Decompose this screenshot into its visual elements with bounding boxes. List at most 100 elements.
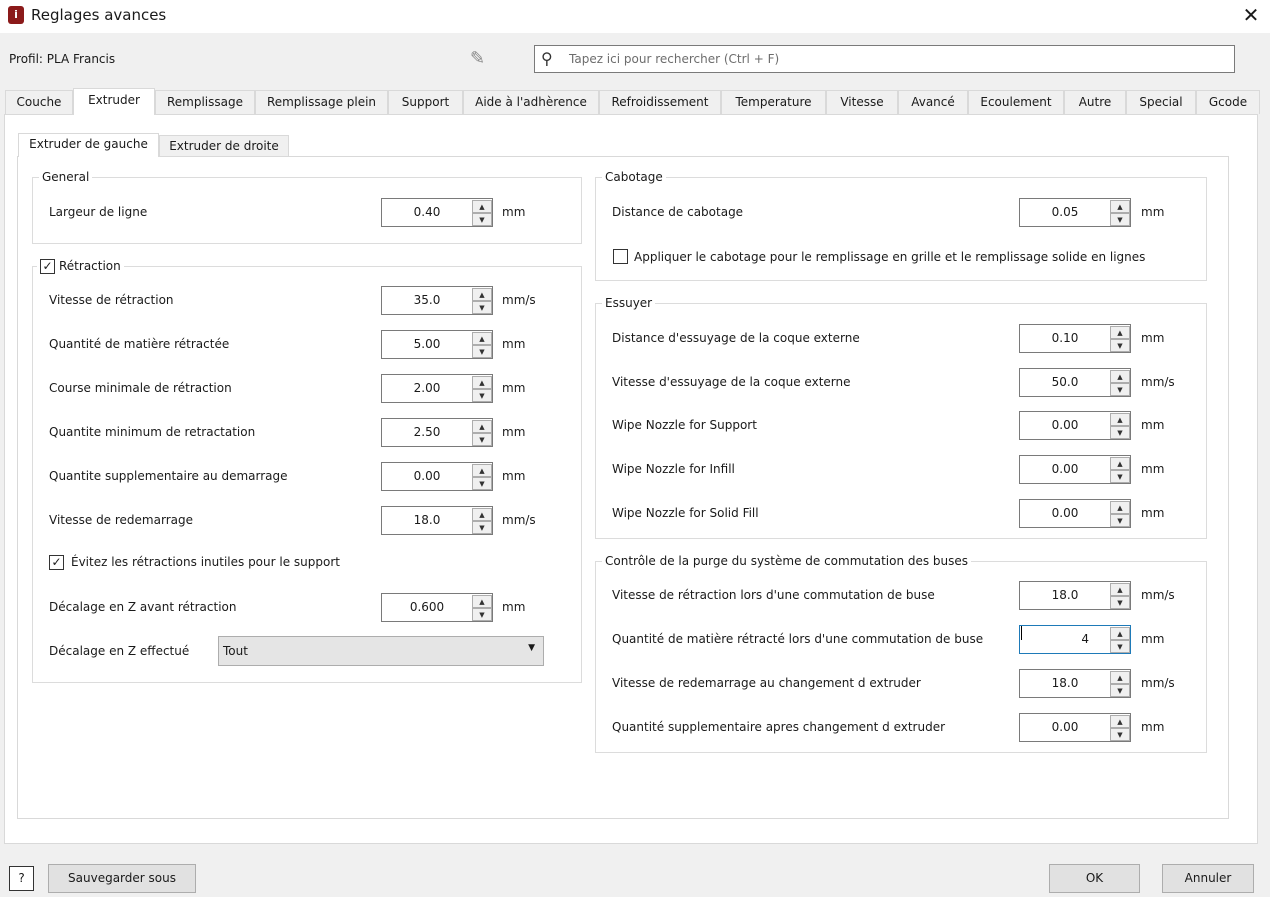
wipe-field-3-spinbox[interactable]: 0.00 ▲ ▼: [1019, 455, 1131, 484]
spin-down-icon[interactable]: ▼: [1110, 514, 1130, 527]
retraction-field-2-spinbox[interactable]: 2.00 ▲ ▼: [381, 374, 493, 403]
spin-down-icon[interactable]: ▼: [472, 433, 492, 446]
tab-9[interactable]: Avancé: [898, 90, 968, 114]
purge-field-2-spinbox[interactable]: 18.0 ▲ ▼: [1019, 669, 1131, 698]
retraction-field-5-value[interactable]: 18.0: [382, 513, 472, 527]
retraction-field-4-value[interactable]: 0.00: [382, 469, 472, 483]
line-width-spinbox[interactable]: 0.40 ▲ ▼: [381, 198, 493, 227]
subtab-1[interactable]: Extruder de droite: [159, 135, 289, 157]
coasting-distance-value[interactable]: 0.05: [1020, 205, 1110, 219]
z-offset-spinbox[interactable]: 0.600 ▲ ▼: [381, 593, 493, 622]
spin-up-icon[interactable]: ▲: [472, 420, 492, 433]
spin-down-icon[interactable]: ▼: [1110, 684, 1130, 697]
cancel-button[interactable]: Annuler: [1162, 864, 1254, 893]
spin-down-icon[interactable]: ▼: [1110, 728, 1130, 741]
spin-up-icon[interactable]: ▲: [1110, 583, 1130, 596]
wipe-field-0-value[interactable]: 0.10: [1020, 331, 1110, 345]
tab-2[interactable]: Remplissage: [155, 90, 255, 114]
spin-up-icon[interactable]: ▲: [472, 332, 492, 345]
coasting-distance-spinbox[interactable]: 0.05 ▲ ▼: [1019, 198, 1131, 227]
spin-up-icon[interactable]: ▲: [1110, 370, 1130, 383]
tab-4[interactable]: Support: [388, 90, 463, 114]
spin-up-icon[interactable]: ▲: [1110, 457, 1130, 470]
help-button[interactable]: ?: [9, 866, 34, 891]
retraction-field-3-value[interactable]: 2.50: [382, 425, 472, 439]
spin-up-icon[interactable]: ▲: [472, 464, 492, 477]
subtab-0[interactable]: Extruder de gauche: [18, 133, 159, 157]
tab-10[interactable]: Ecoulement: [968, 90, 1064, 114]
purge-field-1-value[interactable]: 4: [1020, 632, 1089, 646]
spin-down-icon[interactable]: ▼: [472, 213, 492, 226]
retraction-field-1-spinbox[interactable]: 5.00 ▲ ▼: [381, 330, 493, 359]
coasting-checkbox[interactable]: [613, 249, 628, 264]
z-offset-value[interactable]: 0.600: [382, 600, 472, 614]
spin-down-icon[interactable]: ▼: [1110, 640, 1130, 653]
retraction-field-3-spinbox[interactable]: 2.50 ▲ ▼: [381, 418, 493, 447]
wipe-field-2-spinbox[interactable]: 0.00 ▲ ▼: [1019, 411, 1131, 440]
wipe-field-4-spinbox[interactable]: 0.00 ▲ ▼: [1019, 499, 1131, 528]
spin-up-icon[interactable]: ▲: [472, 376, 492, 389]
wipe-field-0-spinbox[interactable]: 0.10 ▲ ▼: [1019, 324, 1131, 353]
save-as-button[interactable]: Sauvegarder sous: [48, 864, 196, 893]
purge-field-3-spinbox[interactable]: 0.00 ▲ ▼: [1019, 713, 1131, 742]
retraction-field-4-spinbox[interactable]: 0.00 ▲ ▼: [381, 462, 493, 491]
close-icon[interactable]: ✕: [1238, 2, 1264, 28]
search-input[interactable]: ⚲ Tapez ici pour rechercher (Ctrl + F): [534, 45, 1235, 73]
wipe-field-2-value[interactable]: 0.00: [1020, 418, 1110, 432]
spin-down-icon[interactable]: ▼: [472, 301, 492, 314]
spin-down-icon[interactable]: ▼: [472, 345, 492, 358]
spin-up-icon[interactable]: ▲: [1110, 200, 1130, 213]
tab-13[interactable]: Gcode: [1196, 90, 1260, 114]
wipe-field-1-value[interactable]: 50.0: [1020, 375, 1110, 389]
wipe-field-3-value[interactable]: 0.00: [1020, 462, 1110, 476]
spin-up-icon[interactable]: ▲: [1110, 326, 1130, 339]
spin-down-icon[interactable]: ▼: [1110, 470, 1130, 483]
spin-down-icon[interactable]: ▼: [1110, 383, 1130, 396]
edit-pencil-icon[interactable]: ✎: [470, 48, 485, 69]
spin-up-icon[interactable]: ▲: [472, 508, 492, 521]
spin-down-icon[interactable]: ▼: [1110, 339, 1130, 352]
spin-up-icon[interactable]: ▲: [472, 288, 492, 301]
spin-up-icon[interactable]: ▲: [1110, 715, 1130, 728]
tab-1[interactable]: Extruder: [73, 88, 155, 115]
wipe-field-1-spinbox[interactable]: 50.0 ▲ ▼: [1019, 368, 1131, 397]
spin-down-icon[interactable]: ▼: [472, 477, 492, 490]
tab-7[interactable]: Temperature: [721, 90, 826, 114]
spin-down-icon[interactable]: ▼: [1110, 426, 1130, 439]
spin-up-icon[interactable]: ▲: [1110, 413, 1130, 426]
retraction-field-2-value[interactable]: 2.00: [382, 381, 472, 395]
retraction-field-0-value[interactable]: 35.0: [382, 293, 472, 307]
tab-11[interactable]: Autre: [1064, 90, 1126, 114]
spin-down-icon[interactable]: ▼: [472, 389, 492, 402]
tab-6[interactable]: Refroidissement: [599, 90, 721, 114]
avoid-retraction-checkbox[interactable]: ✓: [49, 555, 64, 570]
tab-8[interactable]: Vitesse: [826, 90, 898, 114]
spin-up-icon[interactable]: ▲: [1110, 501, 1130, 514]
wipe-field-4-value[interactable]: 0.00: [1020, 506, 1110, 520]
spin-up-icon[interactable]: ▲: [1110, 671, 1130, 684]
tab-0[interactable]: Couche: [5, 90, 73, 114]
purge-field-0-spinbox[interactable]: 18.0 ▲ ▼: [1019, 581, 1131, 610]
z-applied-dropdown[interactable]: Tout ▼: [218, 636, 544, 666]
retraction-field-5-spinbox[interactable]: 18.0 ▲ ▼: [381, 506, 493, 535]
tab-12[interactable]: Special: [1126, 90, 1196, 114]
purge-field-2-value[interactable]: 18.0: [1020, 676, 1110, 690]
tab-5[interactable]: Aide à l'adhèrence: [463, 90, 599, 114]
retraction-checkbox[interactable]: ✓: [40, 259, 55, 274]
spin-up-icon[interactable]: ▲: [1110, 627, 1130, 640]
line-width-value[interactable]: 0.40: [382, 205, 472, 219]
spin-down-icon[interactable]: ▼: [1110, 213, 1130, 226]
purge-field-0-value[interactable]: 18.0: [1020, 588, 1110, 602]
spin-up-icon[interactable]: ▲: [472, 595, 492, 608]
tab-3[interactable]: Remplissage plein: [255, 90, 388, 114]
purge-field-3-value[interactable]: 0.00: [1020, 720, 1110, 734]
ok-button[interactable]: OK: [1049, 864, 1140, 893]
retraction-field-0-spinbox[interactable]: 35.0 ▲ ▼: [381, 286, 493, 315]
spin-down-icon[interactable]: ▼: [472, 608, 492, 621]
retraction-field-1-value[interactable]: 5.00: [382, 337, 472, 351]
retraction-field-5-unit: mm/s: [502, 513, 536, 527]
spin-up-icon[interactable]: ▲: [472, 200, 492, 213]
spin-down-icon[interactable]: ▼: [1110, 596, 1130, 609]
purge-field-1-spinbox[interactable]: 4 ▲ ▼: [1019, 625, 1131, 654]
spin-down-icon[interactable]: ▼: [472, 521, 492, 534]
